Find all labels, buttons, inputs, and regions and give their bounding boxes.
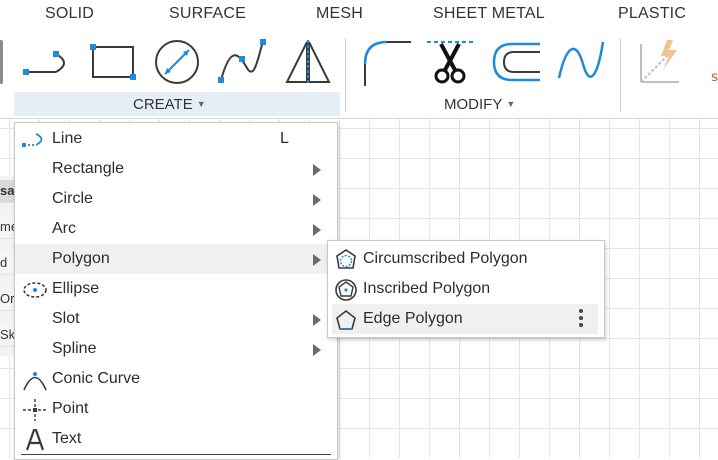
create-label: CREATE: [133, 96, 193, 113]
create-menu: Line L Rectangle Circle Arc Polygon Elli…: [14, 122, 338, 460]
circle-tool-icon[interactable]: [152, 34, 202, 88]
line-icon: [22, 133, 43, 147]
mirror-tool-icon[interactable]: [281, 34, 331, 88]
menu-item-circle[interactable]: Circle: [15, 184, 337, 214]
inscribed-polygon-icon: [335, 279, 357, 301]
menu-item-point[interactable]: Point: [15, 394, 337, 424]
submenu-item-inscribed-polygon[interactable]: Inscribed Polygon: [328, 274, 604, 304]
panel-edge: [0, 40, 3, 84]
browser-row[interactable]: sa: [0, 180, 14, 203]
circumscribed-polygon-icon: [336, 249, 356, 269]
tab-solid[interactable]: SOLID: [45, 5, 94, 23]
ellipse-icon: [23, 282, 47, 298]
submenu-arrow-icon: [313, 194, 321, 206]
spline-curve-tool-icon[interactable]: [555, 34, 605, 88]
toolbar-separator: [345, 38, 346, 112]
caret-down-icon: ▼: [196, 99, 206, 109]
point-icon: [23, 399, 47, 421]
menu-item-label: Spline: [52, 340, 97, 357]
menu-item-rectangle[interactable]: Rectangle: [15, 154, 337, 184]
submenu-item-circumscribed-polygon[interactable]: Circumscribed Polygon: [328, 244, 604, 274]
submenu-item-label: Edge Polygon: [363, 310, 463, 327]
menu-item-label: Text: [52, 430, 82, 447]
edge-polygon-icon: [336, 309, 356, 330]
tab-sheet-metal[interactable]: SHEET METAL: [433, 5, 545, 23]
toolbar-separator: [620, 38, 621, 112]
submenu-arrow-icon: [313, 224, 321, 236]
submenu-item-label: Circumscribed Polygon: [363, 250, 528, 267]
offset-tool-icon[interactable]: [490, 34, 540, 88]
menu-item-spline[interactable]: Spline: [15, 334, 337, 364]
more-options-icon[interactable]: [578, 306, 584, 332]
menu-item-label: Point: [52, 400, 89, 417]
menu-item-text[interactable]: Text: [15, 424, 337, 454]
trim-tool-icon[interactable]: [425, 34, 475, 88]
browser-panel: sa me d Ori Sk: [0, 176, 14, 356]
modify-label: MODIFY: [444, 96, 503, 113]
menu-item-label: Circle: [52, 190, 93, 207]
submenu-arrow-icon: [313, 314, 321, 326]
toolbar: SOLID SURFACE MESH SHEET METAL PLASTIC ꜱ…: [0, 0, 718, 119]
menu-item-line[interactable]: Line L: [15, 124, 337, 154]
submenu-arrow-icon: [313, 344, 321, 356]
menu-item-label: Arc: [52, 220, 76, 237]
tab-surface[interactable]: SURFACE: [169, 5, 246, 23]
text-icon: [25, 429, 45, 451]
menu-item-label: Slot: [52, 310, 80, 327]
modify-dropdown-button[interactable]: MODIFY ▼: [444, 96, 515, 113]
constraint-tool-icon[interactable]: [633, 34, 683, 88]
polygon-submenu: Circumscribed Polygon Inscribed Polygon …: [327, 240, 605, 338]
line-tool-icon[interactable]: [20, 34, 70, 88]
menu-item-polygon[interactable]: Polygon: [15, 244, 337, 274]
conic-curve-icon: [23, 372, 47, 391]
menu-item-label: Conic Curve: [52, 370, 141, 387]
menu-item-label: Ellipse: [52, 280, 100, 297]
submenu-item-label: Inscribed Polygon: [363, 280, 491, 297]
menu-item-conic-curve[interactable]: Conic Curve: [15, 364, 337, 394]
menu-item-arc[interactable]: Arc: [15, 214, 337, 244]
menu-item-label: Line: [52, 130, 83, 147]
menu-item-label: Rectangle: [52, 160, 125, 177]
tab-mesh[interactable]: MESH: [316, 5, 363, 23]
browser-row[interactable]: me: [0, 216, 14, 239]
rectangle-tool-icon[interactable]: [87, 34, 137, 88]
tab-plastic[interactable]: PLASTIC: [618, 5, 686, 23]
create-dropdown-button[interactable]: CREATE ▼: [133, 96, 206, 113]
submenu-arrow-icon: [313, 254, 321, 266]
submenu-item-edge-polygon[interactable]: Edge Polygon: [332, 304, 598, 334]
spline-tool-icon[interactable]: [217, 34, 267, 88]
browser-row[interactable]: Sk: [0, 324, 14, 347]
menu-item-ellipse[interactable]: Ellipse: [15, 274, 337, 304]
shortcut-key: L: [280, 130, 289, 147]
browser-row[interactable]: d: [0, 252, 14, 275]
menu-item-label: Polygon: [52, 250, 110, 267]
fillet-tool-icon[interactable]: [361, 34, 411, 88]
menu-item-slot[interactable]: Slot: [15, 304, 337, 334]
menu-divider: [21, 454, 331, 455]
caret-down-icon: ▼: [506, 99, 516, 109]
browser-row[interactable]: Ori: [0, 288, 14, 311]
submenu-arrow-icon: [313, 164, 321, 176]
more-icon: ꜱ: [711, 68, 718, 84]
